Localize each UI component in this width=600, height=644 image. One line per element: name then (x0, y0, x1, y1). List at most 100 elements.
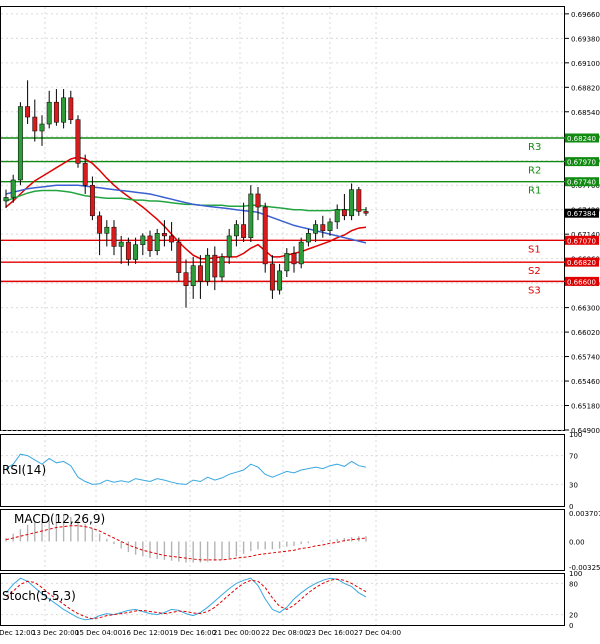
stoch-tick-label: 100 (569, 570, 582, 578)
moving-average-green (5, 189, 366, 212)
candle-down (320, 224, 326, 231)
price-tick-label: 0.69660 (571, 11, 600, 19)
candle-down (291, 253, 297, 265)
level-label-r2: R2 (528, 166, 541, 177)
candle-down (169, 235, 175, 243)
candle-down (161, 233, 167, 237)
candle-down (68, 97, 74, 120)
time-tick-label: 21 Dec 00:00 (213, 629, 260, 637)
candle-down (32, 116, 38, 132)
candle-up (118, 241, 124, 247)
price-tick-label: 0.69100 (571, 60, 600, 68)
price-tick-label: 0.69380 (571, 35, 600, 43)
price-tick-label: 0.66020 (571, 329, 600, 337)
candle-up (10, 179, 16, 198)
price-axis: 0.69660 0.69380 0.69100 0.68820 0.68540 0.682… (565, 11, 600, 630)
candle-up (313, 224, 319, 234)
time-tick-label: 12 Dec 12:00 (0, 629, 35, 637)
candle-up (3, 197, 9, 202)
candle-up (327, 221, 333, 231)
candle-down (53, 101, 59, 123)
candle-up (133, 244, 139, 260)
level-tag-text: 0.68240 (567, 135, 596, 143)
chart-window: R3 R2 R1 S1 S2 S3 0.69660 0.69380 0.69100 0.6882… (0, 0, 600, 640)
price-tick-label: 0.68820 (571, 84, 600, 92)
candle-up (17, 106, 23, 181)
price-tags: 0.68240 0.67970 0.67740 0.67070 0.66820 0.666… (565, 133, 599, 286)
candle-up (298, 241, 304, 265)
candle-up (226, 235, 232, 258)
candle-down (262, 206, 268, 265)
candle-up (140, 235, 146, 245)
moving-averages (5, 156, 367, 260)
candle-down (89, 184, 95, 217)
candle-up (61, 97, 67, 123)
stoch-tick-label: 20 (569, 612, 578, 620)
level-tag-text: 0.66820 (567, 259, 596, 267)
candle-down (111, 226, 117, 247)
candles (3, 80, 369, 308)
rsi-line (5, 453, 367, 485)
candle-up (305, 233, 311, 243)
time-tick-label: 27 Dec 04:00 (354, 629, 401, 637)
candle-up (349, 189, 355, 217)
stoch-label: Stoch(5,5,3) (2, 589, 76, 603)
time-axis: 12 Dec 12:0013 Dec 20:0015 Dec 04:0016 D… (0, 629, 401, 637)
level-label-r3: R3 (528, 142, 541, 153)
candle-down (241, 224, 247, 238)
candle-down (212, 254, 218, 278)
price-tick-label: 0.68540 (571, 109, 600, 117)
macd-tick-label: 0.003707 (569, 510, 600, 518)
chart-canvas: R3 R2 R1 S1 S2 S3 0.69660 0.69380 0.69100 0.6882… (0, 6, 600, 637)
candle-down (197, 265, 203, 282)
rsi-tick-label: 30 (569, 481, 578, 489)
level-tag-text: 0.66600 (567, 278, 596, 286)
candle-up (277, 270, 283, 291)
candle-up (233, 224, 239, 237)
rsi-tick-label: 70 (569, 453, 578, 461)
candle-up (154, 233, 160, 252)
candle-up (39, 123, 45, 132)
rsi-tick-label: 100 (569, 431, 582, 439)
time-tick-label: 13 Dec 20:00 (32, 629, 79, 637)
candle-down (97, 215, 103, 234)
level-label-r1: R1 (528, 186, 541, 197)
candle-down (363, 211, 369, 214)
candle-down (176, 241, 182, 273)
level-tag-text: 0.67970 (567, 159, 596, 167)
current-price-text: 0.67384 (567, 210, 596, 218)
moving-average-red (5, 156, 367, 260)
time-tick-label: 23 Dec 16:00 (307, 629, 354, 637)
candle-up (334, 209, 340, 223)
time-tick-label: 15 Dec 04:00 (75, 629, 122, 637)
level-label-s3: S3 (528, 285, 541, 296)
price-tick-label: 0.65460 (571, 378, 600, 386)
price-tick-label: 0.65180 (571, 403, 600, 411)
candle-up (248, 193, 254, 238)
candle-down (147, 235, 153, 252)
rsi-label: RSI(14) (2, 463, 46, 477)
time-tick-label: 16 Dec 12:00 (122, 629, 169, 637)
stoch-tick-label: 0 (569, 622, 573, 630)
candle-down (125, 241, 131, 260)
candle-down (183, 272, 189, 287)
level-tag-text: 0.67070 (567, 237, 596, 245)
candle-down (255, 193, 261, 208)
stoch-tick-label: 80 (569, 580, 578, 588)
price-tick-label: 0.65740 (571, 354, 600, 362)
macd-tick-label: 0.00 (569, 538, 585, 546)
candle-up (104, 226, 110, 234)
level-label-s2: S2 (528, 266, 541, 277)
candle-down (341, 209, 347, 217)
candle-up (46, 101, 52, 125)
candle-down (25, 106, 31, 118)
candle-up (205, 254, 211, 282)
candle-down (75, 119, 81, 164)
macd-label: MACD(12,26,9) (14, 512, 105, 526)
candle-down (82, 163, 88, 186)
level-label-s1: S1 (528, 244, 541, 255)
candle-down (269, 263, 275, 291)
candle-up (219, 256, 225, 278)
candle-up (284, 253, 290, 272)
price-tick-label: 0.66300 (571, 305, 600, 313)
